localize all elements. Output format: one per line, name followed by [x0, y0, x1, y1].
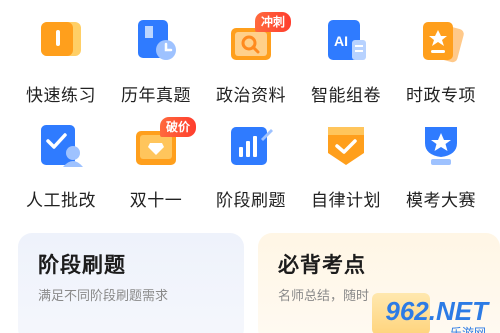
menu-item-label: 快速练习: [26, 86, 96, 106]
feature-row-2: 人工批改 破价 双十一 阶段刷题 自律计划 模考大赛: [0, 113, 500, 213]
quick-practice-icon: [37, 16, 85, 64]
current-affairs-icon: [417, 16, 465, 64]
badge-sprint: 冲刺: [255, 12, 292, 32]
svg-text:AI: AI: [334, 33, 348, 49]
card-title: 阶段刷题: [38, 253, 126, 277]
key-points-card[interactable]: 必背考点 名师总结，随时 962.NET 乐游网: [258, 233, 500, 333]
watermark-subtext: 乐游网: [449, 326, 486, 333]
card-title: 必背考点: [278, 253, 366, 277]
menu-item-smart-paper[interactable]: AI 智能组卷: [298, 8, 394, 108]
menu-item-double-eleven[interactable]: 破价 双十一: [108, 113, 204, 213]
stage-practice-icon: [227, 121, 275, 169]
menu-item-label: 模考大赛: [406, 191, 476, 211]
mock-exam-contest-icon: [417, 121, 465, 169]
past-exams-icon: [132, 16, 180, 64]
smart-paper-icon: AI: [322, 16, 370, 64]
stage-practice-card[interactable]: 阶段刷题 满足不同阶段刷题需求: [18, 233, 244, 333]
menu-item-past-exams[interactable]: 历年真题: [108, 8, 204, 108]
politics-materials-icon: 冲刺: [227, 12, 292, 64]
menu-item-label: 人工批改: [26, 191, 96, 211]
manual-grading-icon: [37, 121, 85, 169]
menu-item-label: 双十一: [129, 191, 183, 211]
menu-item-label: 时政专项: [406, 86, 476, 106]
menu-item-label: 智能组卷: [311, 86, 381, 106]
watermark-text: 962.NET: [385, 296, 488, 326]
menu-item-stage-practice[interactable]: 阶段刷题: [203, 113, 299, 213]
self-discipline-plan-icon: [322, 121, 370, 169]
badge-price-break: 破价: [160, 117, 197, 137]
menu-item-label: 阶段刷题: [216, 191, 286, 211]
menu-item-label: 历年真题: [121, 86, 191, 106]
menu-item-label: 自律计划: [311, 191, 381, 211]
menu-item-manual-grading[interactable]: 人工批改: [13, 113, 109, 213]
menu-item-quick-practice[interactable]: 快速练习: [13, 8, 109, 108]
card-subtitle: 名师总结，随时: [278, 289, 370, 304]
menu-item-self-discipline-plan[interactable]: 自律计划: [298, 113, 394, 213]
menu-item-mock-exam-contest[interactable]: 模考大赛: [393, 113, 489, 213]
double-eleven-icon: 破价: [132, 117, 197, 169]
menu-item-politics-materials[interactable]: 冲刺 政治资料: [203, 8, 299, 108]
menu-item-current-affairs[interactable]: 时政专项: [393, 8, 489, 108]
card-subtitle: 满足不同阶段刷题需求: [38, 289, 169, 304]
feature-row-1: 快速练习 历年真题 冲刺 政治资料 AI 智能组卷 时政专项: [0, 8, 500, 108]
watermark: 962.NET 乐游网: [360, 287, 500, 333]
menu-item-label: 政治资料: [216, 86, 286, 106]
